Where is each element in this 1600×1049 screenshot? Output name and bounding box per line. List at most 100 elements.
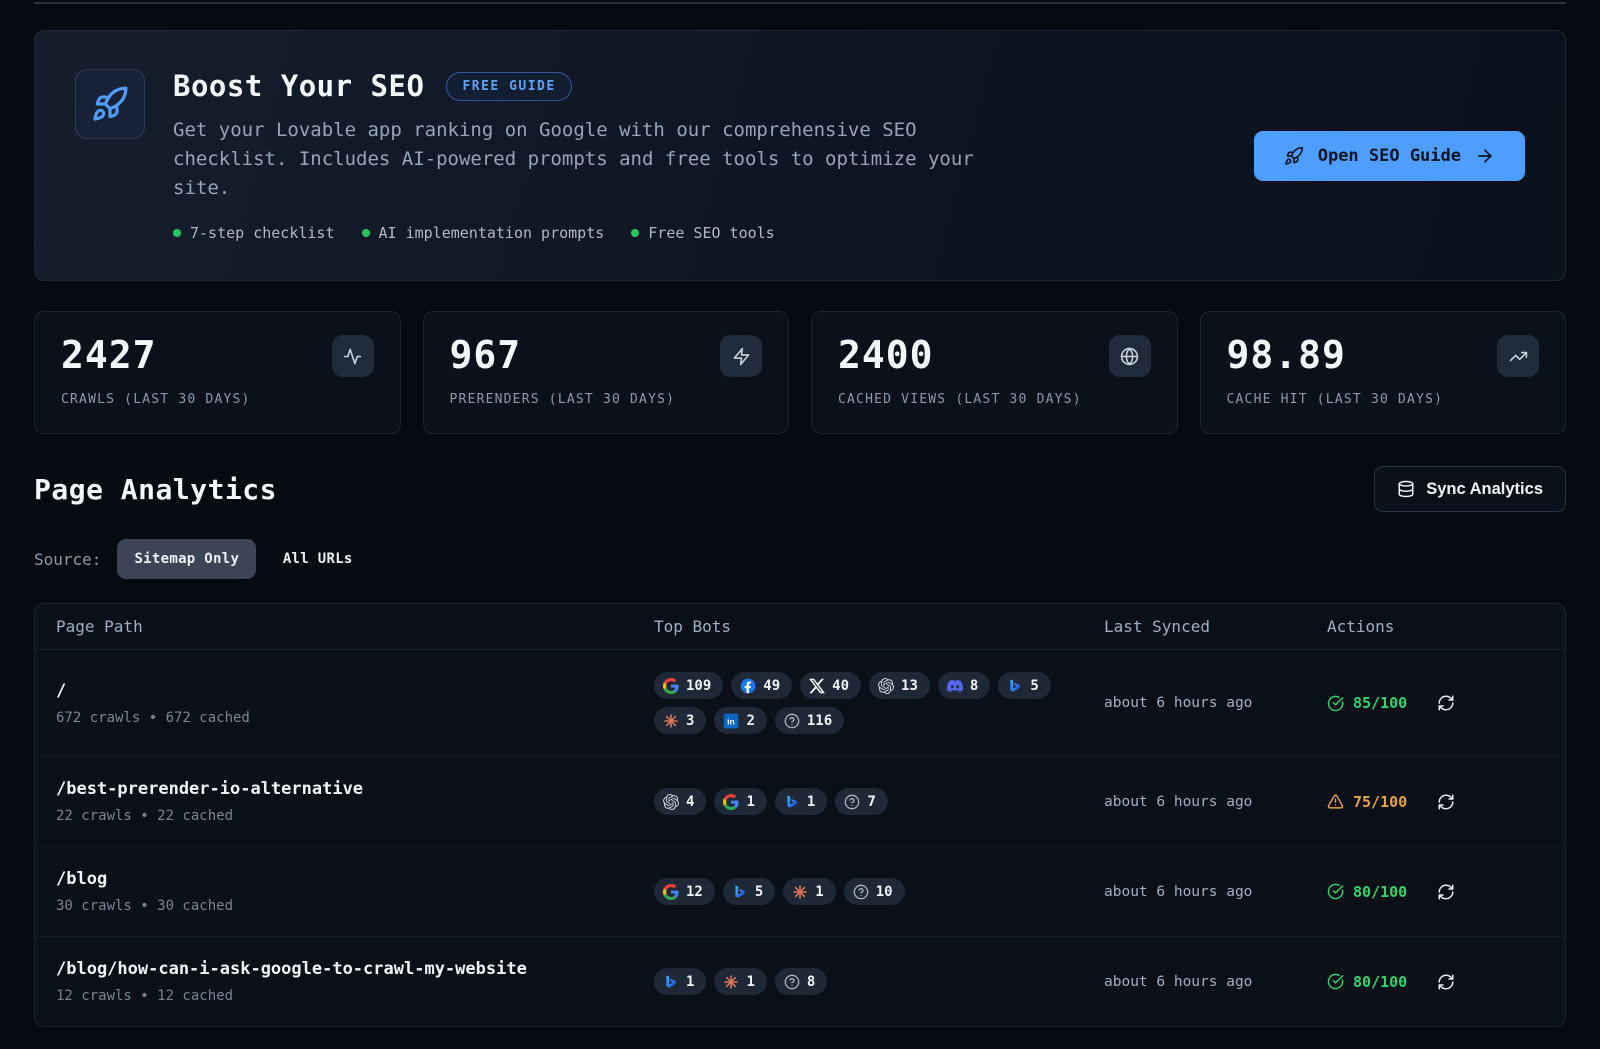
unknown-icon [784,713,800,729]
feature-item: Free SEO tools [631,224,774,242]
seo-banner: Boost Your SEO FREE GUIDE Get your Lovab… [34,30,1566,281]
seo-score: 85/100 [1327,694,1407,712]
bot-count: 1 [686,974,694,990]
bot-badge: in 2 [714,707,766,734]
bot-badge: 5 [998,672,1050,699]
column-last-synced: Last Synced [1104,617,1327,636]
table-row: /best-prerender-io-alternative 22 crawls… [35,757,1565,847]
bot-badge: 116 [775,707,844,734]
bot-count: 5 [755,884,763,900]
bot-badge: 8 [775,968,827,995]
table-row: / 672 crawls • 672 cached 109 49 40 13 8… [35,650,1565,757]
bot-badge: 7 [835,788,887,815]
bot-badge: 1 [654,968,706,995]
banner-description: Get your Lovable app ranking on Google w… [173,116,1018,203]
bot-badge: 3 [654,707,706,734]
page-path-cell: / 672 crawls • 672 cached [35,681,654,726]
sync-analytics-button[interactable]: Sync Analytics [1374,466,1566,512]
feature-item: AI implementation prompts [362,224,605,242]
page-analytics-table: Page Path Top Bots Last Synced Actions /… [34,603,1566,1027]
source-option-sitemap-only[interactable]: Sitemap Only [117,539,256,579]
discord-icon [947,678,963,694]
green-dot-icon [362,229,370,237]
feature-label: 7-step checklist [190,224,335,242]
anthropic-icon [723,974,739,990]
feature-label: Free SEO tools [648,224,774,242]
top-divider [34,2,1566,4]
linkedin-icon: in [723,713,739,729]
crawl-meta: 22 crawls • 22 cached [56,808,654,824]
last-synced: about 6 hours ago [1104,884,1327,900]
bot-badge: 13 [869,672,930,699]
stat-card: 2400 CACHED VIEWS (LAST 30 DAYS) [811,311,1178,434]
score-value: 85/100 [1353,694,1407,712]
bot-count: 5 [1030,678,1038,694]
database-icon [1397,480,1415,498]
bing-icon [1007,678,1023,694]
stat-card: 967 PRERENDERS (LAST 30 DAYS) [423,311,790,434]
crawl-meta: 30 crawls • 30 cached [56,898,654,914]
cta-label: Open SEO Guide [1318,146,1461,166]
open-seo-guide-button[interactable]: Open SEO Guide [1254,131,1525,181]
google-icon [663,678,679,694]
bot-count: 40 [832,678,849,694]
top-bots-cell: 1 1 8 [654,968,1104,995]
free-guide-badge: FREE GUIDE [446,72,571,101]
refresh-icon[interactable] [1435,881,1457,903]
bot-count: 10 [876,884,893,900]
bot-count: 4 [686,794,694,810]
score-value: 80/100 [1353,883,1407,901]
zap-icon [720,335,762,377]
stat-card: 98.89 CACHE HIT (LAST 30 DAYS) [1200,311,1567,434]
page-path: /blog [56,869,654,889]
bot-badge: 12 [654,878,715,905]
activity-icon [332,335,374,377]
actions-cell: 80/100 [1327,881,1565,903]
bot-count: 3 [686,713,694,729]
rocket-icon [75,69,145,139]
unknown-icon [784,974,800,990]
bot-count: 7 [867,794,875,810]
bot-count: 1 [807,794,815,810]
google-icon [723,794,739,810]
source-toggle: Sitemap Only All URLs [117,539,369,579]
refresh-icon[interactable] [1435,692,1457,714]
bot-count: 8 [970,678,978,694]
bot-badge: 1 [783,878,835,905]
globe-icon [1109,335,1151,377]
bot-count: 2 [746,713,754,729]
last-synced: about 6 hours ago [1104,794,1327,810]
refresh-icon[interactable] [1435,971,1457,993]
feature-label: AI implementation prompts [379,224,605,242]
refresh-icon[interactable] [1435,791,1457,813]
bot-badge: 109 [654,672,723,699]
stat-value: 2427 [61,335,157,377]
stat-label: CRAWLS (LAST 30 DAYS) [61,392,374,407]
bot-count: 116 [807,713,832,729]
alert-triangle-icon [1327,793,1344,810]
actions-cell: 85/100 [1327,692,1565,714]
page-path: /best-prerender-io-alternative [56,779,654,799]
bot-badge: 1 [714,788,766,815]
table-row: /blog 30 crawls • 30 cached 12 5 1 10 ab… [35,847,1565,937]
bot-count: 109 [686,678,711,694]
actions-cell: 80/100 [1327,971,1565,993]
unknown-icon [853,884,869,900]
stat-label: CACHE HIT (LAST 30 DAYS) [1227,392,1540,407]
openai-icon [878,678,894,694]
green-dot-icon [631,229,639,237]
score-value: 80/100 [1353,973,1407,991]
source-option-all-urls[interactable]: All URLs [266,539,370,579]
facebook-icon [740,678,756,694]
anthropic-icon [792,884,808,900]
bot-badge: 10 [844,878,905,905]
page-path-cell: /best-prerender-io-alternative 22 crawls… [35,779,654,824]
bot-count: 1 [746,794,754,810]
crawl-meta: 672 crawls • 672 cached [56,710,654,726]
actions-cell: 75/100 [1327,791,1565,813]
seo-score: 80/100 [1327,973,1407,991]
bot-count: 8 [807,974,815,990]
bot-count: 49 [763,678,780,694]
openai-icon [663,794,679,810]
stat-value: 967 [450,335,522,377]
